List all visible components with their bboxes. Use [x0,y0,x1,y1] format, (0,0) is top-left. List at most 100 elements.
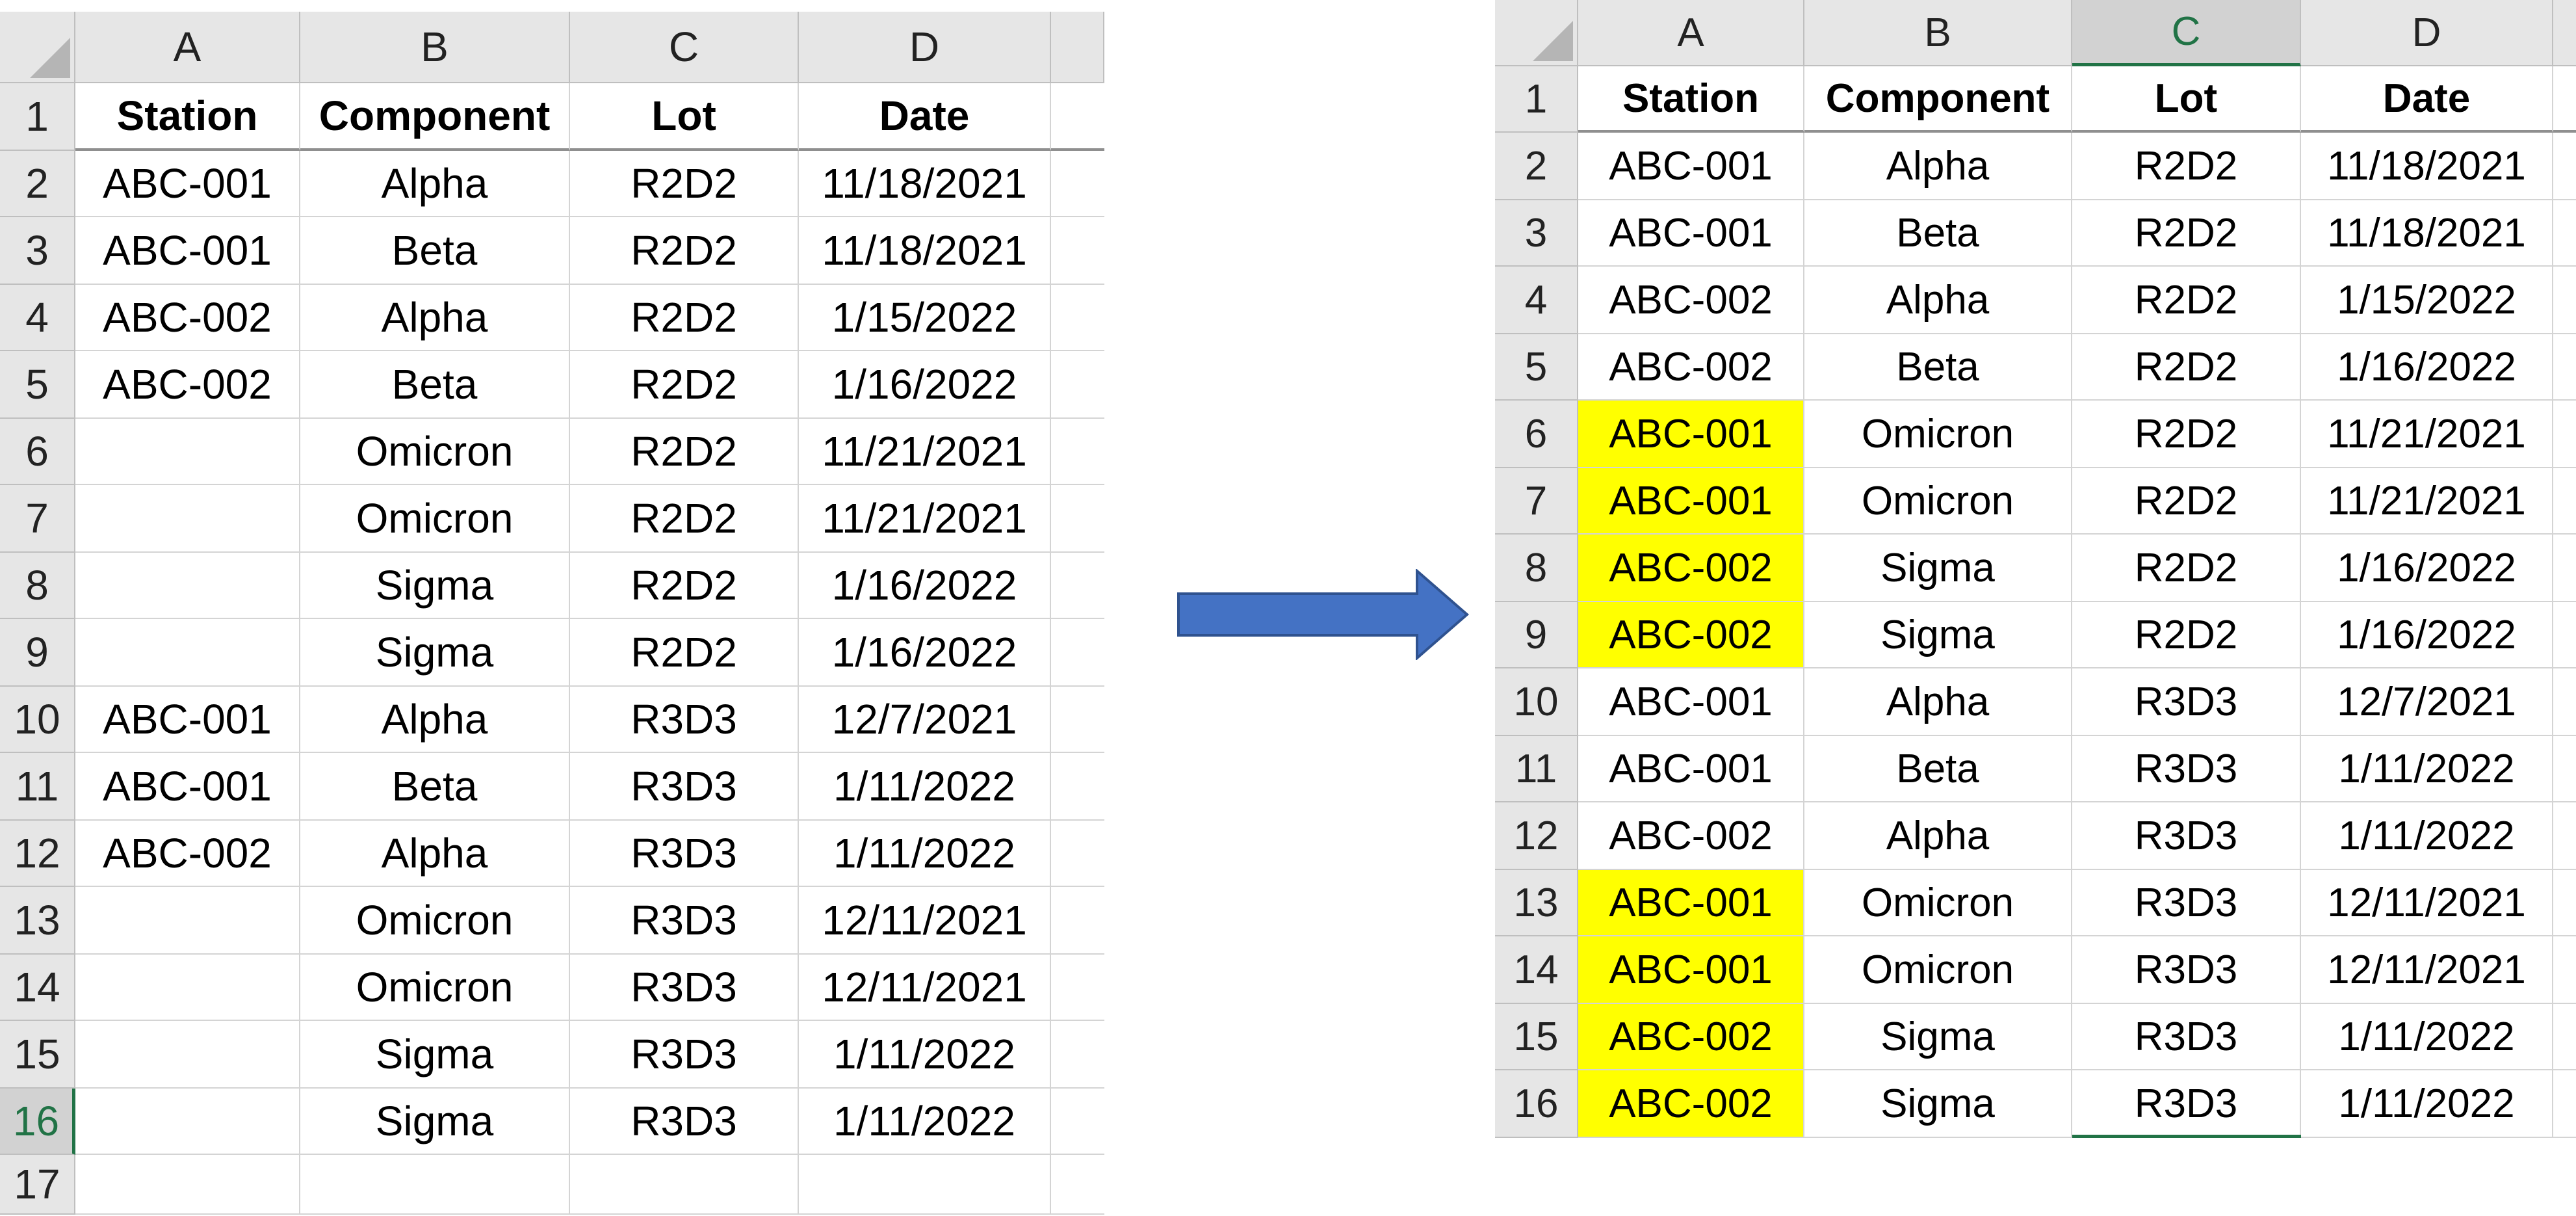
row-header-3[interactable]: 3 [0,217,75,285]
cell-d6[interactable]: 11/21/2021 [2301,401,2553,468]
cell-b8[interactable]: Sigma [300,553,570,619]
cell-next-column-1[interactable] [2553,66,2576,133]
cell-d12[interactable]: 1/11/2022 [799,821,1051,887]
cell-c12[interactable]: R3D3 [570,821,799,887]
cell-next-column-12[interactable] [2553,802,2576,870]
cell-next-column-6[interactable] [2553,401,2576,468]
cell-c16[interactable]: R3D3 [570,1089,799,1155]
cell-a5[interactable]: ABC-002 [75,351,300,419]
cell-d2[interactable]: 11/18/2021 [799,151,1051,217]
cell-d15[interactable]: 1/11/2022 [2301,1004,2553,1070]
cell-a2[interactable]: ABC-001 [75,151,300,217]
row-header-3[interactable]: 3 [1495,200,1578,267]
cell-d3[interactable]: 11/18/2021 [2301,200,2553,267]
cell-a2[interactable]: ABC-001 [1578,133,1804,200]
cell-d11[interactable]: 1/11/2022 [799,753,1051,821]
cell-c3[interactable]: R2D2 [570,217,799,285]
cell-next-column-4[interactable] [1051,285,1104,351]
cell-b7[interactable]: Omicron [300,485,570,553]
header-cell-c[interactable]: Lot [570,83,799,151]
row-header-2[interactable]: 2 [0,151,75,217]
cell-c4[interactable]: R2D2 [570,285,799,351]
cell-a17[interactable] [75,1155,300,1215]
row-header-4[interactable]: 4 [0,285,75,351]
cell-b6[interactable]: Omicron [1804,401,2072,468]
row-header-14[interactable]: 14 [1495,936,1578,1004]
cell-next-column-16[interactable] [1051,1089,1104,1155]
cell-a13[interactable] [75,887,300,955]
cell-a14[interactable] [75,955,300,1021]
cell-next-column-16[interactable] [2553,1070,2576,1138]
cell-a10[interactable]: ABC-001 [75,687,300,753]
cell-next-column-12[interactable] [1051,821,1104,887]
cell-c15[interactable]: R3D3 [2072,1004,2301,1070]
cell-next-column-7[interactable] [2553,468,2576,535]
header-cell-b[interactable]: Component [1804,66,2072,133]
cell-next-column-3[interactable] [2553,200,2576,267]
row-header-15[interactable]: 15 [1495,1004,1578,1070]
cell-next-column-5[interactable] [2553,334,2576,401]
row-header-8[interactable]: 8 [0,553,75,619]
row-header-9[interactable]: 9 [0,619,75,687]
cell-a8[interactable] [75,553,300,619]
header-cell-b[interactable]: Component [300,83,570,151]
cell-b11[interactable]: Beta [300,753,570,821]
cell-b10[interactable]: Alpha [300,687,570,753]
row-header-16[interactable]: 16 [1495,1070,1578,1138]
cell-a15[interactable] [75,1021,300,1089]
cell-a12[interactable]: ABC-002 [75,821,300,887]
cell-a8[interactable]: ABC-002 [1578,535,1804,602]
row-header-11[interactable]: 11 [0,753,75,821]
cell-b8[interactable]: Sigma [1804,535,2072,602]
cell-d4[interactable]: 1/15/2022 [2301,267,2553,334]
cell-next-column-13[interactable] [2553,870,2576,936]
cell-b5[interactable]: Beta [1804,334,2072,401]
cell-c6[interactable]: R2D2 [570,419,799,485]
cell-d14[interactable]: 12/11/2021 [2301,936,2553,1004]
cell-next-column-9[interactable] [2553,602,2576,668]
cell-d15[interactable]: 1/11/2022 [799,1021,1051,1089]
cell-c9[interactable]: R2D2 [2072,602,2301,668]
cell-a10[interactable]: ABC-001 [1578,668,1804,736]
cell-d4[interactable]: 1/15/2022 [799,285,1051,351]
cell-b9[interactable]: Sigma [1804,602,2072,668]
row-header-14[interactable]: 14 [0,955,75,1021]
row-header-2[interactable]: 2 [1495,133,1578,200]
row-header-9[interactable]: 9 [1495,602,1578,668]
cell-next-column-15[interactable] [1051,1021,1104,1089]
cell-next-column-4[interactable] [2553,267,2576,334]
cell-a6[interactable] [75,419,300,485]
column-header-a[interactable]: A [1578,0,1804,66]
cell-d10[interactable]: 12/7/2021 [799,687,1051,753]
cell-c13[interactable]: R3D3 [2072,870,2301,936]
cell-b4[interactable]: Alpha [300,285,570,351]
cell-d10[interactable]: 12/7/2021 [2301,668,2553,736]
cell-b12[interactable]: Alpha [300,821,570,887]
cell-a14[interactable]: ABC-001 [1578,936,1804,1004]
cell-c16[interactable]: R3D3 [2072,1070,2301,1138]
row-header-5[interactable]: 5 [0,351,75,419]
cell-next-column-14[interactable] [1051,955,1104,1021]
cell-a15[interactable]: ABC-002 [1578,1004,1804,1070]
cell-a7[interactable] [75,485,300,553]
cell-d8[interactable]: 1/16/2022 [799,553,1051,619]
select-all-corner[interactable] [1495,0,1578,66]
cell-next-column-8[interactable] [1051,553,1104,619]
row-header-10[interactable]: 10 [0,687,75,753]
row-header-16[interactable]: 16 [0,1089,75,1155]
row-header-15[interactable]: 15 [0,1021,75,1089]
cell-d6[interactable]: 11/21/2021 [799,419,1051,485]
cell-a4[interactable]: ABC-002 [1578,267,1804,334]
header-cell-a[interactable]: Station [75,83,300,151]
cell-d8[interactable]: 1/16/2022 [2301,535,2553,602]
cell-next-column-2[interactable] [1051,151,1104,217]
cell-d13[interactable]: 12/11/2021 [799,887,1051,955]
cell-c7[interactable]: R2D2 [2072,468,2301,535]
cell-d3[interactable]: 11/18/2021 [799,217,1051,285]
cell-a11[interactable]: ABC-001 [1578,736,1804,802]
row-header-4[interactable]: 4 [1495,267,1578,334]
cell-d5[interactable]: 1/16/2022 [799,351,1051,419]
cell-next-column-3[interactable] [1051,217,1104,285]
cell-b13[interactable]: Omicron [300,887,570,955]
cell-c5[interactable]: R2D2 [570,351,799,419]
